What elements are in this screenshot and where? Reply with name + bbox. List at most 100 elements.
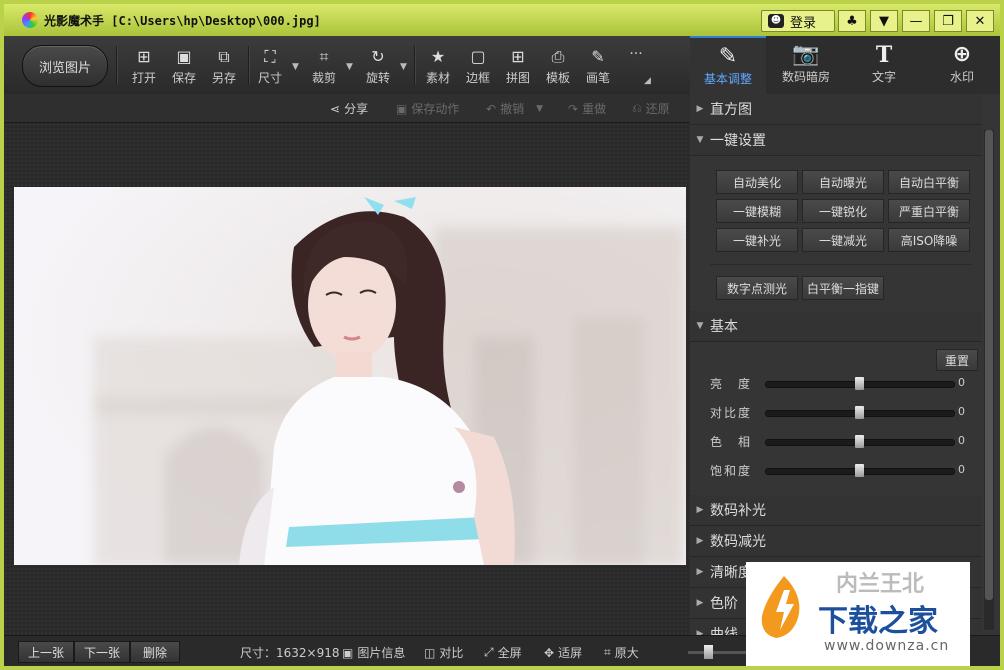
- adjust-panel: ▶ 直方图 ▼ 一键设置 自动美化 自动曝光 自动白平衡 一键模糊 一键锐化 严重白…: [690, 94, 1000, 635]
- slider-value: 0: [958, 405, 965, 418]
- collage-button[interactable]: ⊞ 拼图: [498, 48, 538, 86]
- undo-button[interactable]: ↶ 撤销 ▼: [486, 100, 543, 117]
- slider-thumb[interactable]: [855, 464, 864, 477]
- tab-basic-adjust[interactable]: ✎ 基本调整: [690, 36, 766, 94]
- section-digital-reduce-light[interactable]: ▶ 数码减光: [690, 526, 982, 557]
- watermark-url: www.downza.cn: [824, 638, 950, 654]
- auto-exposure-button[interactable]: 自动曝光: [802, 170, 884, 194]
- skin-button[interactable]: ♣: [838, 10, 866, 32]
- open-button[interactable]: ⊞ 打开: [124, 48, 164, 86]
- share-button[interactable]: ⋖ 分享: [330, 100, 368, 117]
- crop-button[interactable]: ⌗ 裁剪: [304, 48, 344, 86]
- expand-icon: ▶: [696, 104, 704, 114]
- rotate-button[interactable]: ↻ 旋转: [358, 48, 398, 86]
- material-button[interactable]: ★ 素材: [418, 48, 458, 86]
- one-click-blur-button[interactable]: 一键模糊: [716, 199, 798, 223]
- menu-button[interactable]: ▼: [870, 10, 898, 32]
- auto-white-balance-button[interactable]: 自动白平衡: [888, 170, 970, 194]
- save-icon: ▣: [176, 47, 192, 66]
- undo-icon: ↶: [486, 101, 497, 116]
- digital-spot-metering-button[interactable]: 数字点测光: [716, 276, 798, 300]
- delete-button[interactable]: 删除: [130, 641, 180, 663]
- smiley-icon: ☻: [768, 14, 784, 28]
- maximize-button[interactable]: ❐: [934, 10, 962, 32]
- share-icon: ⋖: [330, 101, 341, 116]
- crop-dropdown-icon[interactable]: ▼: [346, 62, 353, 72]
- fullscreen-icon: ⤢: [484, 645, 494, 659]
- fullscreen-button[interactable]: ⤢ 全屏: [484, 644, 522, 661]
- slider-value: 0: [958, 463, 965, 476]
- hue-slider[interactable]: [765, 435, 955, 448]
- slider-thumb[interactable]: [855, 406, 864, 419]
- section-one-click[interactable]: ▼ 一键设置: [690, 125, 982, 156]
- white-balance-one-finger-button[interactable]: 白平衡一指键: [802, 276, 884, 300]
- resize-button[interactable]: ⛶ 尺寸: [250, 48, 290, 86]
- undo-dropdown-icon[interactable]: ▼: [536, 104, 543, 114]
- one-click-reduce-light-button[interactable]: 一键减光: [802, 228, 884, 252]
- saturation-slider[interactable]: [765, 464, 955, 477]
- one-click-fill-light-button[interactable]: 一键补光: [716, 228, 798, 252]
- zoom-slider-thumb[interactable]: [704, 645, 713, 659]
- scrollbar-thumb[interactable]: [985, 130, 993, 600]
- resize-dropdown-icon[interactable]: ▼: [292, 62, 299, 72]
- image-info-button[interactable]: ▣ 图片信息: [342, 644, 405, 661]
- severe-white-balance-button[interactable]: 严重白平衡: [888, 199, 970, 223]
- tab-digital-darkroom[interactable]: 📷 数码暗房: [768, 36, 844, 94]
- slider-label: 饱和度: [710, 464, 753, 478]
- info-icon: ▣: [342, 645, 354, 660]
- photo-preview: [14, 187, 686, 565]
- expand-corner-icon[interactable]: ◢: [644, 76, 651, 86]
- fit-screen-button[interactable]: ✥ 适屏: [544, 644, 582, 661]
- collapse-icon: ▼: [696, 135, 704, 145]
- camera-icon: 📷: [792, 42, 820, 67]
- minimize-button[interactable]: —: [902, 10, 930, 32]
- fit-screen-icon: ✥: [544, 645, 555, 660]
- contrast-slider[interactable]: [765, 406, 955, 419]
- brightness-slider[interactable]: [765, 377, 955, 390]
- save-button[interactable]: ▣ 保存: [164, 48, 204, 86]
- compare-button[interactable]: ◫ 对比: [424, 644, 463, 661]
- image-canvas[interactable]: [4, 123, 690, 635]
- next-image-button[interactable]: 下一张: [74, 641, 130, 663]
- section-digital-fill-light[interactable]: ▶ 数码补光: [690, 495, 982, 526]
- brush-button[interactable]: ✎ 画笔: [578, 48, 618, 86]
- slider-thumb[interactable]: [855, 377, 864, 390]
- redo-button[interactable]: ↷ 重做: [568, 100, 606, 117]
- section-histogram[interactable]: ▶ 直方图: [690, 94, 982, 125]
- toolbar-divider: [116, 46, 117, 84]
- slider-value: 0: [958, 434, 965, 447]
- original-size-button[interactable]: ⌗ 原大: [604, 644, 639, 661]
- tab-watermark[interactable]: ⊕ 水印: [924, 36, 1000, 94]
- slider-thumb[interactable]: [855, 435, 864, 448]
- high-iso-denoise-button[interactable]: 高ISO降噪: [888, 228, 970, 252]
- save-action-icon: ▣: [396, 101, 408, 116]
- save-as-button[interactable]: ⧉ 另存: [204, 48, 244, 86]
- image-size: 尺寸：1632×918: [240, 646, 340, 660]
- previous-image-button[interactable]: 上一张: [18, 641, 74, 663]
- expand-icon: ▶: [696, 598, 704, 608]
- save-action-button[interactable]: ▣ 保存动作: [396, 100, 459, 117]
- one-click-sharpen-button[interactable]: 一键锐化: [802, 199, 884, 223]
- tab-text[interactable]: T 文字: [846, 36, 922, 94]
- rotate-dropdown-icon[interactable]: ▼: [400, 62, 407, 72]
- browse-images-button[interactable]: 浏览图片: [22, 45, 108, 87]
- border-button[interactable]: ▢ 边框: [458, 48, 498, 86]
- rotate-icon: ↻: [371, 47, 385, 66]
- restore-button[interactable]: ⎌ 还原: [632, 100, 670, 117]
- divider: [710, 264, 972, 265]
- auto-beautify-button[interactable]: 自动美化: [716, 170, 798, 194]
- zoom-slider[interactable]: [688, 651, 748, 654]
- close-button[interactable]: ✕: [966, 10, 994, 32]
- template-button[interactable]: ⎙ 模板: [538, 48, 578, 86]
- photo-image: [14, 187, 686, 565]
- material-icon: ★: [430, 47, 446, 66]
- panel-scrollbar[interactable]: [984, 130, 994, 630]
- slider-label: 亮 度: [710, 377, 753, 391]
- login-button[interactable]: ☻ 登录: [761, 10, 835, 32]
- watermark-icon: ⊕: [952, 42, 972, 67]
- reset-button[interactable]: 重置: [936, 349, 978, 371]
- crop-icon: ⌗: [319, 47, 329, 66]
- more-tools-button[interactable]: ···: [616, 46, 656, 62]
- section-basic[interactable]: ▼ 基本: [690, 311, 982, 342]
- collage-icon: ⊞: [511, 47, 525, 66]
